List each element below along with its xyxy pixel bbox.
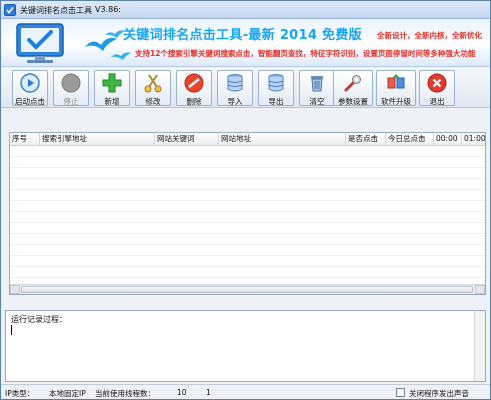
threads-value: 10 xyxy=(177,388,187,397)
close-icon xyxy=(427,73,447,93)
start-click-label: 启动点击 xyxy=(15,97,45,106)
column-header[interactable]: 是否点击 xyxy=(346,133,386,146)
upgrade-label: 软件升级 xyxy=(381,97,411,106)
threads-extra-value: 1 xyxy=(206,388,211,397)
threads-label: 当前使用线程数： xyxy=(95,389,155,398)
column-header[interactable]: 序号 xyxy=(10,133,40,146)
column-header[interactable]: 今日总点击 xyxy=(386,133,434,146)
delete-label: 删除 xyxy=(186,97,202,106)
stop-button[interactable]: 停止 xyxy=(53,70,89,106)
column-header[interactable]: 网站关键词 xyxy=(155,133,219,146)
ip-type-value: 本地固定IP xyxy=(49,389,86,398)
scissors-icon xyxy=(144,74,162,93)
clear-label: 清空 xyxy=(309,97,325,106)
table-body[interactable] xyxy=(10,146,485,284)
edit-button[interactable]: 修改 xyxy=(135,70,171,106)
window-title: 关键词排名点击工具 xyxy=(20,6,92,15)
scroll-left-button[interactable] xyxy=(10,285,20,294)
stop-label: 停止 xyxy=(63,97,79,106)
delete-button[interactable]: 删除 xyxy=(176,70,212,106)
monitor-logo-icon xyxy=(16,23,64,63)
export-label: 导出 xyxy=(268,97,284,106)
add-button[interactable]: 新增 xyxy=(94,70,130,106)
import-label: 导入 xyxy=(227,97,243,106)
text-caret xyxy=(11,325,12,335)
toolbar: 启动点击 停止 新增 修改 删除 导入 导出 清空 参数设置 软件升级 退出 xyxy=(1,68,490,108)
ip-type-label: IP类型： xyxy=(5,389,35,398)
edit-label: 修改 xyxy=(145,97,161,106)
play-icon xyxy=(20,73,40,93)
banner-subtitle: 支持12个搜索引擎关键词搜索点击，智能翻页查找，特征字符识别，设置页面停留时间等… xyxy=(135,49,476,58)
column-header[interactable]: 00:00 xyxy=(434,133,462,146)
column-header[interactable]: 搜索引擎地址 xyxy=(40,133,155,146)
plus-icon xyxy=(102,73,122,93)
clear-button[interactable]: 清空 xyxy=(299,70,335,106)
database-export-icon xyxy=(268,74,284,92)
task-table[interactable]: 序号 搜索引擎地址 网站关键词 网站地址 是否点击 今日总点击 00:00 01… xyxy=(9,132,486,295)
add-label: 新增 xyxy=(104,97,120,106)
scroll-right-button[interactable] xyxy=(475,285,485,294)
column-header[interactable]: 网站地址 xyxy=(219,133,346,146)
settings-label: 参数设置 xyxy=(338,97,368,106)
database-import-icon xyxy=(227,74,243,92)
export-button[interactable]: 导出 xyxy=(258,70,294,106)
no-entry-icon xyxy=(184,73,204,93)
wrench-icon xyxy=(344,75,361,92)
table-header: 序号 搜索引擎地址 网站关键词 网站地址 是否点击 今日总点击 00:00 01… xyxy=(10,133,485,146)
trash-icon xyxy=(311,76,323,92)
start-click-button[interactable]: 启动点击 xyxy=(12,70,48,106)
window-version: V3.86: xyxy=(95,5,121,14)
stop-icon xyxy=(61,73,81,93)
app-icon xyxy=(4,4,16,16)
horizontal-scrollbar[interactable] xyxy=(10,284,485,294)
exit-label: 退出 xyxy=(429,97,445,106)
sound-checkbox[interactable] xyxy=(396,388,405,397)
main-window: 关键词排名点击工具 V3.86: 关键词排名点击工具-最新 2014 免费版 支… xyxy=(0,0,491,400)
banner: 关键词排名点击工具-最新 2014 免费版 支持12个搜索引擎关键词搜索点击，智… xyxy=(1,19,490,67)
exit-button[interactable]: 退出 xyxy=(419,70,455,106)
sound-label[interactable]: 关闭程序发出声音 xyxy=(409,388,469,399)
run-log-textarea[interactable]: 运行记录过程： xyxy=(5,310,486,382)
banner-features: 全新设计，全新内核，全新优化 xyxy=(377,31,482,40)
import-button[interactable]: 导入 xyxy=(217,70,253,106)
banner-title: 关键词排名点击工具-最新 2014 免费版 xyxy=(123,28,362,43)
column-header[interactable]: 01:00 xyxy=(462,133,485,146)
upgrade-button[interactable]: 软件升级 xyxy=(376,70,416,106)
vertical-scrollbar[interactable] xyxy=(474,311,485,381)
run-log-label: 运行记录过程： xyxy=(11,315,67,324)
status-bar: IP类型： 本地固定IP 当前使用线程数： 10 1 关闭程序发出声音 xyxy=(1,384,490,399)
scroll-thumb[interactable] xyxy=(21,286,473,293)
upgrade-icon xyxy=(387,74,405,89)
settings-button[interactable]: 参数设置 xyxy=(333,70,373,106)
title-bar[interactable]: 关键词排名点击工具 V3.86: xyxy=(1,1,490,19)
